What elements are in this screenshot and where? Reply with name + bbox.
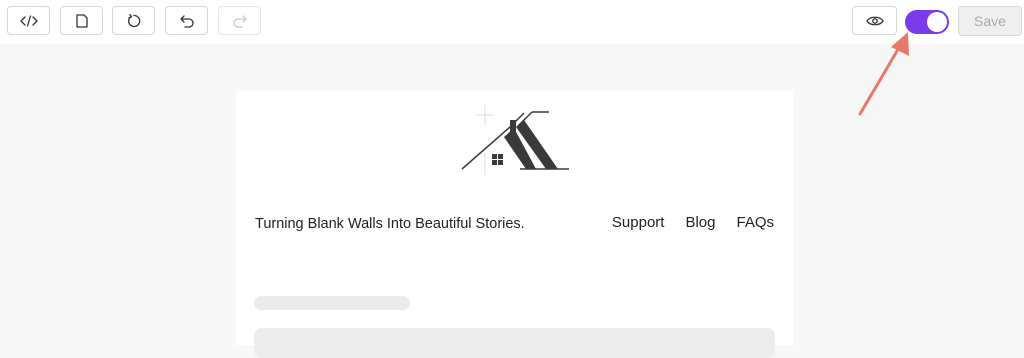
reset-icon <box>127 13 140 27</box>
loading-placeholder-block <box>254 328 775 358</box>
undo-icon <box>179 14 194 28</box>
document-icon <box>75 13 88 28</box>
code-icon <box>19 14 38 27</box>
toggle-knob <box>927 12 947 32</box>
redo-icon <box>232 14 247 28</box>
code-view-button[interactable] <box>7 6 50 35</box>
nav-link-faqs[interactable]: FAQs <box>736 214 774 231</box>
redo-button[interactable] <box>218 6 261 35</box>
tagline: Turning Blank Walls Into Beautiful Stori… <box>255 216 525 232</box>
nav-link-blog[interactable]: Blog <box>685 214 715 231</box>
loading-placeholder-short <box>254 296 410 310</box>
email-canvas: Turning Blank Walls Into Beautiful Stori… <box>236 91 793 358</box>
annotation-arrow <box>858 32 909 116</box>
nav-link-support[interactable]: Support <box>612 214 665 231</box>
reset-button[interactable] <box>112 6 155 35</box>
house-roof-logo <box>454 99 569 180</box>
header-nav: Support Blog FAQs <box>591 214 774 231</box>
page-button[interactable] <box>60 6 103 35</box>
save-button[interactable]: Save <box>958 6 1022 36</box>
undo-button[interactable] <box>165 6 208 35</box>
eye-icon <box>865 16 884 25</box>
